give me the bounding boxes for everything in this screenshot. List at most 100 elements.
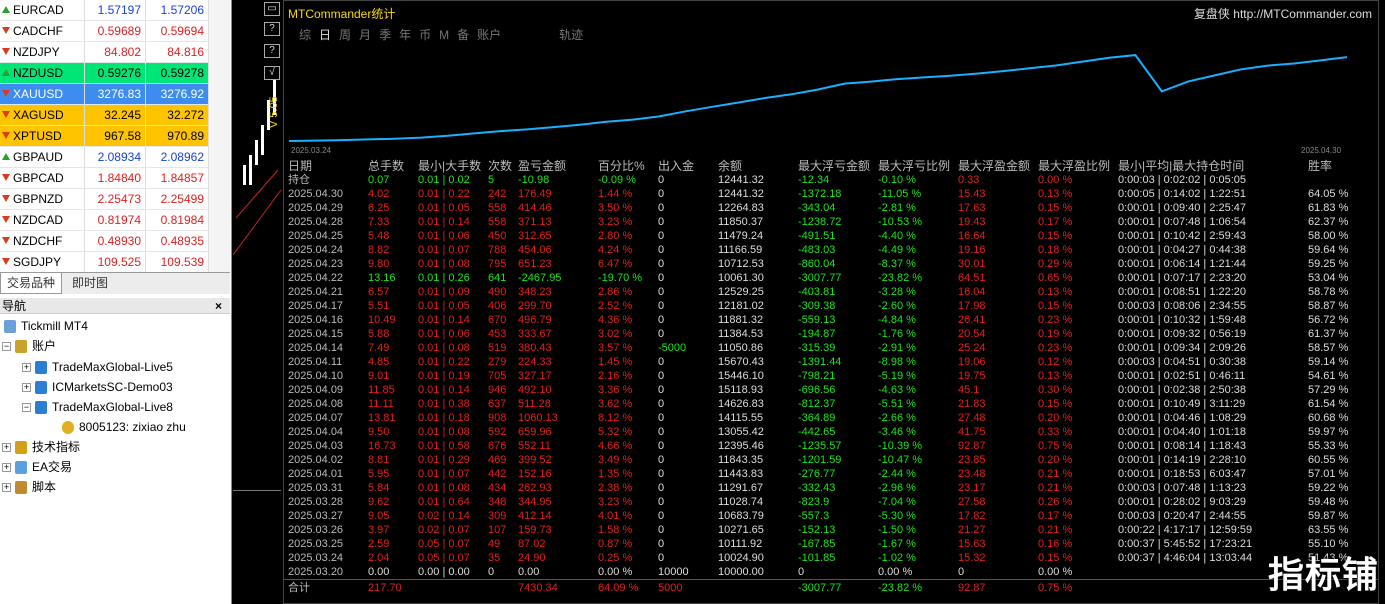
table-cell: 0.29 % [1038,258,1073,270]
table-cell: 7.33 [368,216,390,228]
close-icon[interactable]: × [215,298,222,314]
market-watch-row[interactable]: GBPCAD 1.84840 1.84857 [0,168,230,189]
nav-account-1[interactable]: + TradeMaxGlobal-Live5 [22,359,173,377]
collapse-icon[interactable]: − [2,342,11,352]
minimize-button[interactable]: ▭ [264,2,280,16]
table-cell: 49 [488,538,501,550]
nav-ea[interactable]: + EA交易 [2,459,72,477]
table-cell: 0.01 | 0.26 [418,272,470,284]
market-watch-row[interactable]: CADCHF 0.59689 0.59694 [0,21,230,42]
column-header: 最大浮盈金额 [958,159,1031,173]
period-tab[interactable]: 年 [399,28,411,42]
table-cell: 2.59 [368,538,390,550]
table-cell: 659.96 [518,426,552,438]
table-cell: 0 [658,314,665,326]
market-watch-row[interactable]: EURCAD 1.57197 1.57206 [0,0,230,21]
market-watch-row[interactable]: NZDCAD 0.81974 0.81984 [0,210,230,231]
table-cell: 0 [658,552,665,564]
market-watch-row[interactable]: SGDJPY 109.525 109.539 [0,252,230,273]
period-tab[interactable]: 备 [457,28,469,42]
table-cell: 15.63 [958,538,986,550]
period-tab[interactable]: 账户 [477,28,501,42]
period-tab[interactable]: 综 [299,28,311,42]
table-cell: 0:00:01 | 0:09:34 | 2:09:26 [1118,342,1247,354]
arrow-down-icon [2,237,10,244]
nav-broker[interactable]: Tickmill MT4 [4,318,88,336]
expand-icon[interactable]: + [2,483,11,493]
expand-icon[interactable]: + [2,443,11,453]
period-tab[interactable]: 周 [339,28,351,42]
market-watch-row[interactable]: NZDJPY 84.802 84.816 [0,42,230,63]
market-watch-row[interactable]: NZDCHF 0.48930 0.48935 [0,231,230,252]
table-cell: 2025.03.20 [288,566,344,578]
table-cell: 15670.43 [718,356,764,368]
nav-accounts[interactable]: − 账户 [2,338,56,356]
expand-icon[interactable]: + [2,463,11,473]
period-tab[interactable]: 币 [419,28,431,42]
table-cell: 414.46 [518,202,552,214]
table-row: 2025.04.07 13.81 0.01 | 0.18 908 1060.13 8.12… [288,411,1368,425]
table-cell: 0 [958,566,965,578]
nav-scripts[interactable]: + 脚本 [2,479,56,497]
site-link[interactable]: 复盘侠 http://MTCommander.com [1194,5,1372,22]
nav-account-2[interactable]: + ICMarketsSC-Demo03 [22,379,173,397]
collapse-icon[interactable]: − [22,403,31,413]
market-watch-row[interactable]: GBPNZD 2.25473 2.25499 [0,189,230,210]
tab-tick-chart[interactable]: 即时图 [66,273,114,294]
terminal-icon [4,320,16,334]
market-watch-row[interactable]: XPTUSD 967.58 970.89 [0,126,230,147]
table-cell: 0:00:01 | 0:06:14 | 1:21:44 [1118,258,1247,270]
period-tab[interactable]: 月 [359,28,371,42]
table-cell: 11443.83 [718,468,764,480]
expand-icon[interactable]: + [22,383,31,393]
table-cell: 17.63 [958,202,986,214]
market-watch-row[interactable]: XAUUSD 3276.83 3276.92 [0,84,230,105]
ask-price: 109.539 [145,252,207,273]
table-cell: 3.02 % [598,328,633,340]
table-cell: 2025.04.11 [288,356,343,368]
table-cell: 224.33 [518,356,552,368]
period-tab[interactable]: 日 [319,28,331,42]
table-cell: -2.96 % [878,482,916,494]
help-button[interactable]: ? [264,22,280,36]
table-cell: 2025.03.31 [288,482,344,494]
scrollbar[interactable] [208,0,230,272]
table-cell: -491.51 [798,230,836,242]
bid-price: 2.25473 [84,189,144,210]
table-cell: -1238.72 [798,216,842,228]
table-cell: 12441.32 [718,188,764,200]
track-tab[interactable]: 轨迹 [559,28,583,42]
market-watch-row[interactable]: XAGUSD 32.245 32.272 [0,105,230,126]
table-cell: -4.40 % [878,230,916,242]
market-watch-row[interactable]: NZDUSD 0.59276 0.59278 [0,63,230,84]
info-button[interactable]: ? [264,44,280,58]
table-cell: 0 [658,202,665,214]
period-tab[interactable]: 季 [379,28,391,42]
table-cell: 0.01 | 0.64 [418,496,470,508]
nav-account-user[interactable]: 8005123: zixiao zhu [62,419,186,437]
tab-symbols[interactable]: 交易品种 [0,273,63,294]
ask-price: 2.08962 [145,147,207,168]
expand-icon[interactable]: + [22,363,31,373]
check-button[interactable]: √ [264,66,280,80]
table-cell: 2.86 % [598,286,633,298]
arrow-down-icon [2,195,10,202]
table-cell: 60.68 % [1308,412,1349,424]
table-cell: 2.16 % [598,370,633,382]
table-cell: 2.52 % [598,300,633,312]
table-cell: 9.01 [368,370,390,382]
market-watch-row[interactable]: GBPAUD 2.08934 2.08962 [0,147,230,168]
nav-indicators[interactable]: + 技术指标 [2,439,80,457]
table-cell: 92.87 [958,582,986,594]
table-cell: 0:00:22 | 4:17:17 | 12:59:59 [1118,524,1253,536]
table-cell: 0.13 % [1038,286,1073,298]
period-tab[interactable]: M [439,28,449,42]
graph-start-label: 2025.03.24 [291,146,332,155]
table-cell: 15.32 [958,552,986,564]
bid-price: 0.59689 [84,21,144,42]
nav-account-3[interactable]: − TradeMaxGlobal-Live8 [22,399,173,417]
table-row: 2025.04.01 5.95 0.01 | 0.07 442 152.16 1.35 %… [288,467,1368,481]
ask-price: 970.89 [145,126,207,147]
symbol: XAGUSD [13,108,64,122]
table-row: 2025.04.11 4.85 0.01 | 0.22 279 224.33 1.45 %… [288,355,1368,369]
